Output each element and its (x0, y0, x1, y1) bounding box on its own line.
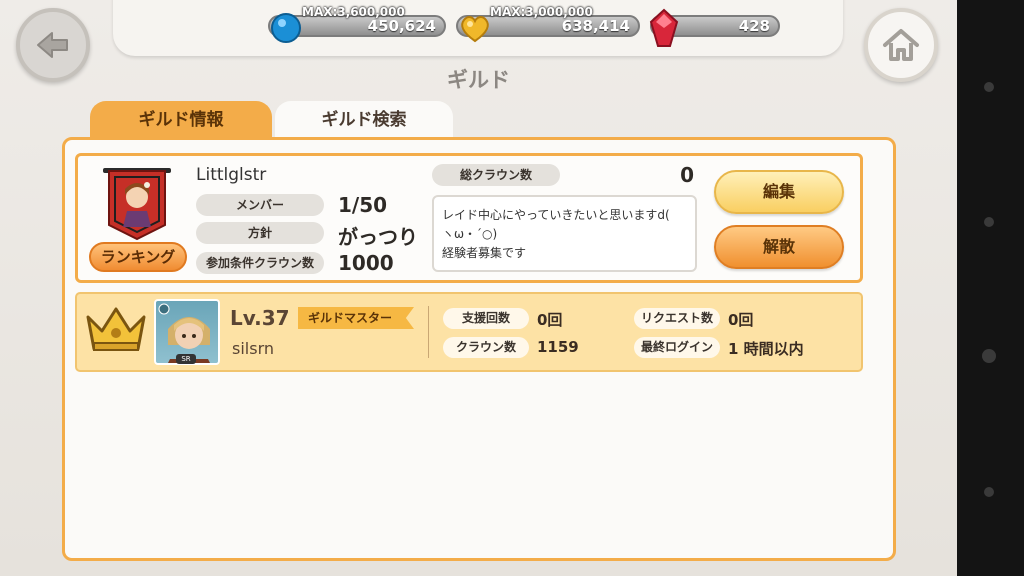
game-screen: 450,624 MAX:3,600,000 638,414 MAX:3,000,… (0, 0, 957, 576)
members-label: メンバー (196, 194, 324, 216)
nav-dot (982, 349, 996, 363)
gold-resource-max: MAX:3,000,000 (490, 5, 593, 19)
role-badge: ギルドマスター (298, 307, 414, 329)
gold-resource-value: 638,414 (561, 17, 630, 35)
join-crown-label: 参加条件クラウン数 (196, 252, 324, 274)
policy-value: がっつり (338, 225, 418, 249)
total-crowns-label: 総クラウン数 (432, 164, 560, 186)
support-count-value: 0回 (537, 311, 563, 329)
guild-emblem-icon (103, 168, 171, 241)
description-line: レイド中心にやっていきたいと思いますd( (442, 208, 670, 222)
gold-heart-icon (461, 16, 489, 43)
crown-count-value: 1159 (537, 338, 579, 356)
edit-button[interactable]: 編集 (714, 170, 844, 214)
guild-description: レイド中心にやっていきたいと思いますd( ヽω・´○) 経験者募集です (432, 195, 697, 272)
policy-label: 方針 (196, 222, 324, 244)
page-title: ギルド (447, 68, 510, 92)
blue-resource-value: 450,624 (367, 17, 436, 35)
back-arrow-icon (37, 32, 68, 58)
description-line: 経験者募集です (442, 246, 527, 260)
nav-dot (984, 487, 994, 497)
member-level: Lv.37 (230, 306, 290, 330)
member-name: silsrn (232, 339, 274, 358)
join-crown-value: 1000 (338, 251, 394, 275)
members-value: 1/50 (338, 193, 388, 217)
last-login-label: 最終ログイン (634, 337, 720, 358)
crown-icon (86, 307, 146, 351)
request-count-label: リクエスト数 (634, 308, 720, 329)
request-count-value: 0回 (728, 311, 754, 329)
last-login-value: 1 時間以内 (728, 340, 804, 358)
blue-resource-max: MAX:3,600,000 (302, 5, 405, 19)
ranking-button[interactable]: ランキング (89, 242, 187, 272)
gem-resource-value: 428 (738, 17, 770, 35)
guild-name: Littlglstr (196, 165, 267, 185)
disband-button[interactable]: 解散 (714, 225, 844, 269)
red-gem-icon (649, 8, 679, 47)
rarity-badge: SR (176, 354, 196, 364)
tab-guild-info[interactable]: ギルド情報 (90, 101, 272, 141)
total-crowns-value: 0 (680, 163, 694, 187)
blue-orb-icon (271, 13, 301, 43)
description-line: ヽω・´○) (442, 227, 498, 241)
home-icon (883, 29, 919, 61)
nav-dot (984, 217, 994, 227)
divider (428, 306, 429, 358)
nav-dot (984, 82, 994, 92)
support-count-label: 支援回数 (443, 308, 529, 329)
tab-guild-search[interactable]: ギルド検索 (275, 101, 453, 141)
crown-count-label: クラウン数 (443, 337, 529, 358)
